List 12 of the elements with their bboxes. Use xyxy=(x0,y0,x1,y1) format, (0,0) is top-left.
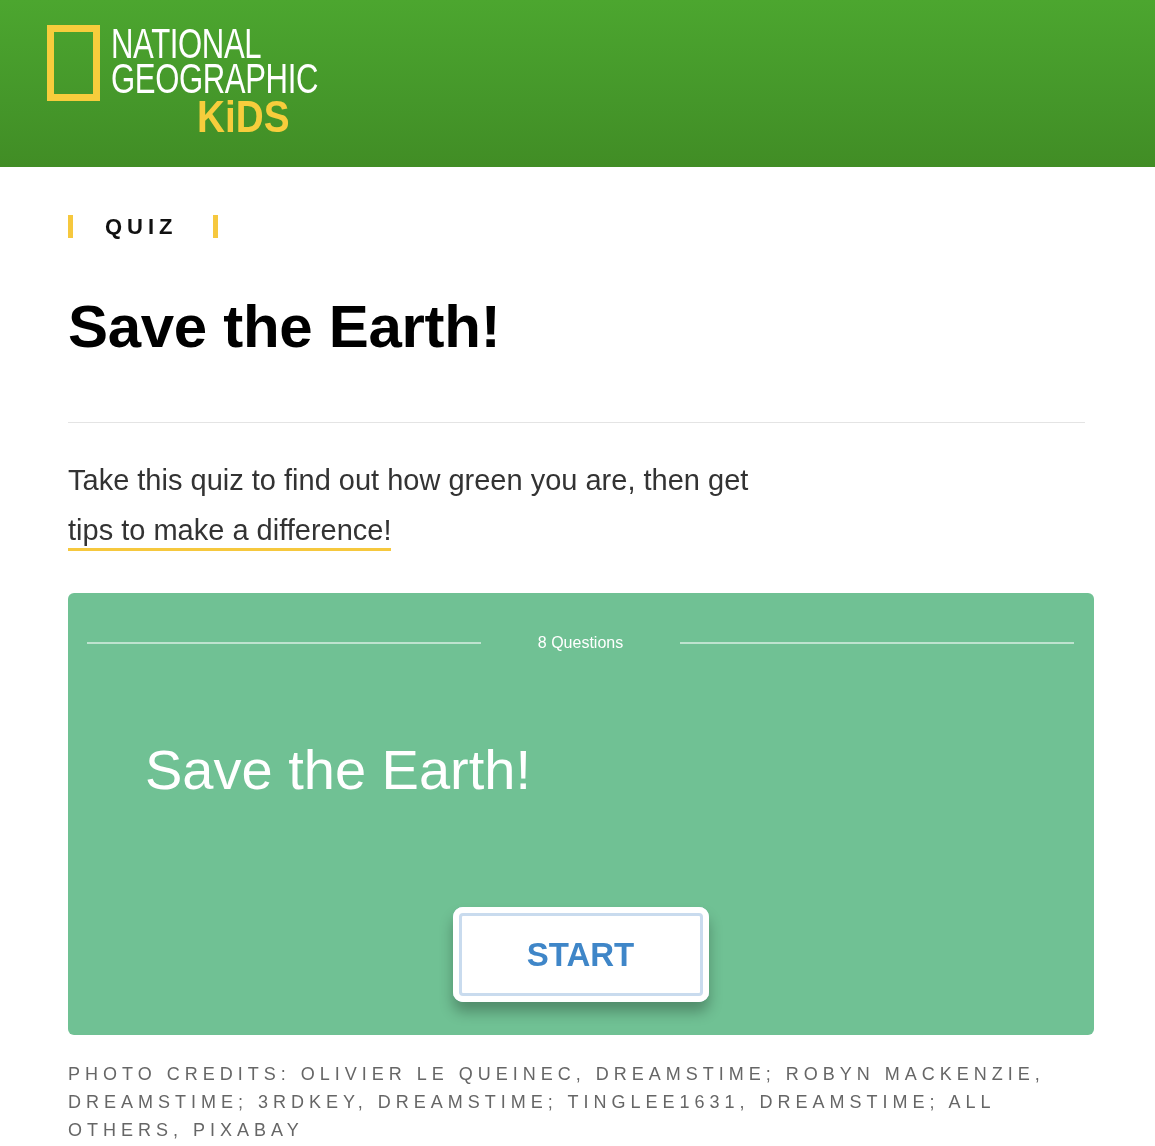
tips-link[interactable]: tips to make a difference! xyxy=(68,514,392,551)
quiz-title: Save the Earth! xyxy=(145,738,531,802)
section-label: QUIZ xyxy=(68,215,218,238)
logo-text: GEOGRAPHIC xyxy=(111,61,318,96)
page-title: Save the Earth! xyxy=(68,292,501,362)
intro-paragraph: Take this quiz to find out how green you are, then get tips to make a difference! xyxy=(68,455,1058,555)
start-button[interactable]: START xyxy=(452,907,709,1002)
photo-credits: PHOTO CREDITS: OLIVIER LE QUEINEC, DREAMSTIME; ROBYN MACKENZIE, DREAMSTIME; 3RDKEY, DREAMSTIME; TINGLEE1631, DREAMSTIME; ALL OTHERS, PIXABAY xyxy=(68,1063,1046,1142)
logo-text: NATIONAL xyxy=(111,26,262,61)
rectangle-frame-icon xyxy=(47,25,100,101)
question-count: 8 Questions xyxy=(537,633,624,653)
logo-text: KiDS xyxy=(197,98,290,136)
